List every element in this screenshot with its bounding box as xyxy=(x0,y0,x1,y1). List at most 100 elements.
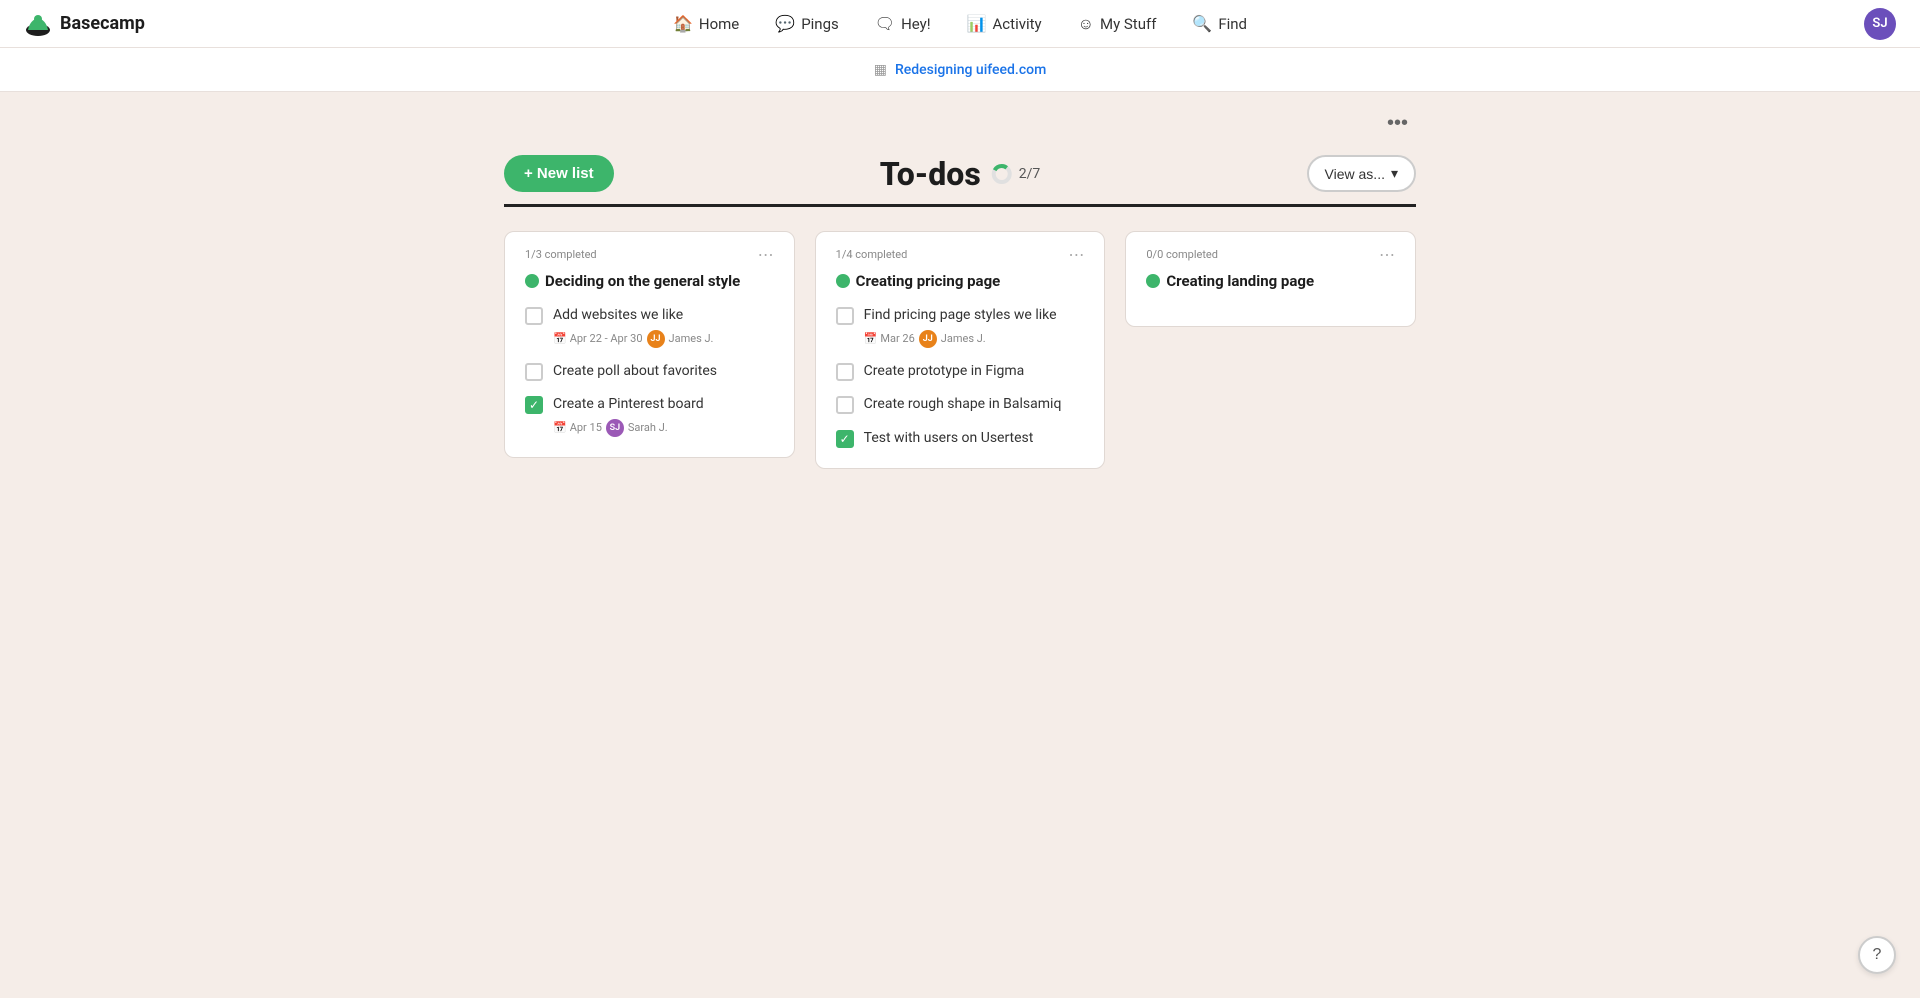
assignee-avatar: JJ xyxy=(919,330,937,348)
calendar-icon: 📅 xyxy=(864,332,878,345)
page-title: To-dos xyxy=(880,155,981,193)
assignee-name: Sarah J. xyxy=(628,421,668,434)
todo-date: 📅 Apr 22 - Apr 30 xyxy=(553,332,643,345)
page-title-area: To-dos 2/7 xyxy=(880,155,1041,193)
card-options-button[interactable]: ⋯ xyxy=(1068,248,1084,264)
status-dot xyxy=(836,274,850,288)
basecamp-logo[interactable]: Basecamp xyxy=(24,10,145,38)
card-completed-label: 1/4 completed xyxy=(836,248,908,261)
todo-card: 1/3 completed ⋯ Deciding on the general … xyxy=(504,231,795,458)
card-options-button[interactable]: ⋯ xyxy=(758,248,774,264)
todo-text: Find pricing page styles we like xyxy=(864,306,1057,326)
card-title-text: Deciding on the general style xyxy=(545,272,740,290)
page-options-button[interactable]: ••• xyxy=(1379,108,1416,139)
assignee-avatar: JJ xyxy=(647,330,665,348)
calendar-icon: 📅 xyxy=(553,332,567,345)
todo-checkbox[interactable] xyxy=(836,363,854,381)
todo-text: Test with users on Usertest xyxy=(864,429,1034,449)
basecamp-logo-icon xyxy=(24,10,52,38)
todo-item-content: Add websites we like 📅 Apr 22 - Apr 30 J… xyxy=(553,306,713,348)
todo-card: 1/4 completed ⋯ Creating pricing page Fi… xyxy=(815,231,1106,469)
help-button[interactable]: ? xyxy=(1858,936,1896,974)
top-navigation: Basecamp 🏠 Home 💬 Pings 🗨 Hey! 📊 Activit… xyxy=(0,0,1920,48)
options-dots-icon: ••• xyxy=(1387,112,1408,134)
card-top: 0/0 completed ⋯ xyxy=(1146,248,1395,264)
todo-text: Add websites we like xyxy=(553,306,713,326)
find-icon: 🔍 xyxy=(1192,14,1212,33)
view-as-button[interactable]: View as... ▾ xyxy=(1307,155,1416,192)
todo-date: 📅 Apr 15 xyxy=(553,421,602,434)
page-header: + New list To-dos 2/7 View as... ▾ xyxy=(504,139,1416,207)
progress-donut-chart xyxy=(991,163,1013,185)
nav-hey[interactable]: 🗨 Hey! xyxy=(873,10,933,37)
home-icon: 🏠 xyxy=(673,14,693,33)
pings-icon: 💬 xyxy=(775,14,795,33)
todo-date: 📅 Mar 26 xyxy=(864,332,915,345)
hey-label: Hey! xyxy=(901,15,931,33)
new-list-button[interactable]: + New list xyxy=(504,155,614,192)
todo-checkbox[interactable]: ✓ xyxy=(525,396,543,414)
progress-badge: 2/7 xyxy=(991,163,1041,185)
status-dot xyxy=(525,274,539,288)
todo-checkbox[interactable] xyxy=(836,396,854,414)
todo-item: Create poll about favorites xyxy=(525,362,774,382)
status-dot xyxy=(1146,274,1160,288)
todo-item-content: Create rough shape in Balsamiq xyxy=(864,395,1062,415)
nav-activity[interactable]: 📊 Activity xyxy=(965,10,1044,37)
todo-item-content: Create a Pinterest board 📅 Apr 15 SJ Sar… xyxy=(553,395,704,437)
nav-pings[interactable]: 💬 Pings xyxy=(773,10,840,37)
todo-item-content: Find pricing page styles we like 📅 Mar 2… xyxy=(864,306,1057,348)
calendar-icon: 📅 xyxy=(553,421,567,434)
find-label: Find xyxy=(1218,15,1247,33)
assignee-name: James J. xyxy=(941,332,986,345)
card-title: Deciding on the general style xyxy=(525,272,774,290)
options-area: ••• xyxy=(504,92,1416,139)
card-title: Creating landing page xyxy=(1146,272,1395,290)
project-link[interactable]: ▦ Redesigning uifeed.com xyxy=(874,62,1047,78)
todo-item-content: Create poll about favorites xyxy=(553,362,717,382)
todo-item: ✓ Test with users on Usertest xyxy=(836,429,1085,449)
card-options-button[interactable]: ⋯ xyxy=(1379,248,1395,264)
card-title: Creating pricing page xyxy=(836,272,1085,290)
progress-label: 2/7 xyxy=(1019,166,1041,182)
assignee-name: James J. xyxy=(669,332,714,345)
card-title-text: Creating landing page xyxy=(1166,272,1314,290)
card-top: 1/3 completed ⋯ xyxy=(525,248,774,264)
question-mark-icon: ? xyxy=(1873,946,1882,964)
grid-icon: ▦ xyxy=(874,62,887,78)
todo-checkbox[interactable]: ✓ xyxy=(836,430,854,448)
todo-lists-grid: 1/3 completed ⋯ Deciding on the general … xyxy=(504,231,1416,469)
todo-checkbox[interactable] xyxy=(836,307,854,325)
todo-item: Create rough shape in Balsamiq xyxy=(836,395,1085,415)
todo-meta: 📅 Mar 26 JJ James J. xyxy=(864,330,1057,348)
todo-text: Create rough shape in Balsamiq xyxy=(864,395,1062,415)
project-name: Redesigning uifeed.com xyxy=(895,62,1046,78)
card-title-text: Creating pricing page xyxy=(856,272,1001,290)
nav-center: 🏠 Home 💬 Pings 🗨 Hey! 📊 Activity ☺ My St… xyxy=(671,10,1249,38)
nav-find[interactable]: 🔍 Find xyxy=(1190,10,1249,37)
todo-checkbox[interactable] xyxy=(525,363,543,381)
todo-meta: 📅 Apr 15 SJ Sarah J. xyxy=(553,419,704,437)
hey-icon: 🗨 xyxy=(875,14,895,33)
todo-text: Create prototype in Figma xyxy=(864,362,1025,382)
todo-meta: 📅 Apr 22 - Apr 30 JJ James J. xyxy=(553,330,713,348)
card-completed-label: 1/3 completed xyxy=(525,248,597,261)
project-bar: ▦ Redesigning uifeed.com xyxy=(0,48,1920,92)
nav-home[interactable]: 🏠 Home xyxy=(671,10,741,37)
nav-mystuff[interactable]: ☺ My Stuff xyxy=(1076,10,1159,38)
chevron-down-icon: ▾ xyxy=(1391,165,1398,182)
todo-text: Create poll about favorites xyxy=(553,362,717,382)
todo-item-content: Create prototype in Figma xyxy=(864,362,1025,382)
todo-item: Add websites we like 📅 Apr 22 - Apr 30 J… xyxy=(525,306,774,348)
todo-card: 0/0 completed ⋯ Creating landing page xyxy=(1125,231,1416,327)
todo-checkbox[interactable] xyxy=(525,307,543,325)
mystuff-label: My Stuff xyxy=(1100,15,1156,33)
main-content: ••• + New list To-dos 2/7 View as... ▾ 1… xyxy=(480,92,1440,509)
todo-text: Create a Pinterest board xyxy=(553,395,704,415)
todo-item: Create prototype in Figma xyxy=(836,362,1085,382)
todo-item: ✓ Create a Pinterest board 📅 Apr 15 SJ S… xyxy=(525,395,774,437)
mystuff-icon: ☺ xyxy=(1078,14,1094,34)
pings-label: Pings xyxy=(801,15,839,33)
user-avatar[interactable]: SJ xyxy=(1864,8,1896,40)
todo-item-content: Test with users on Usertest xyxy=(864,429,1034,449)
